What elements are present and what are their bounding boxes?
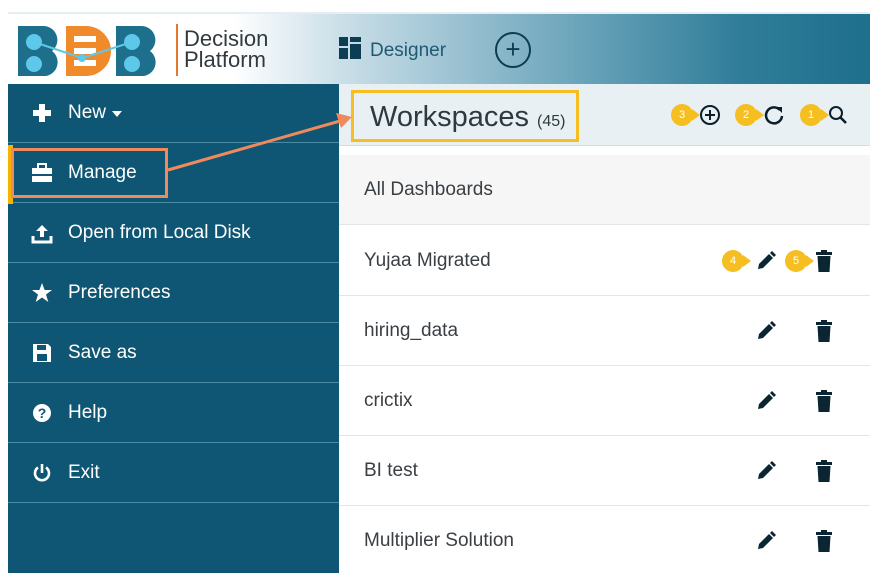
- delete-trash-icon[interactable]: [813, 529, 835, 553]
- callout-badge-1: 1: [800, 104, 829, 126]
- edit-pencil-icon[interactable]: [755, 459, 777, 483]
- menu-item-manage[interactable]: Manage: [8, 144, 339, 203]
- menu-item-save-as[interactable]: Save as: [8, 324, 339, 383]
- callout-badge-3: 3: [671, 104, 700, 126]
- svg-text:?: ?: [38, 405, 47, 421]
- search-icon[interactable]: [827, 104, 849, 126]
- edit-pencil-icon[interactable]: [755, 319, 777, 343]
- workspaces-count: (45): [537, 113, 566, 130]
- workspace-name: Multiplier Solution: [364, 529, 514, 551]
- menu-item-label: Open from Local Disk: [68, 222, 251, 243]
- briefcase-icon: [30, 162, 54, 184]
- workspace-row[interactable]: hiring_data: [339, 296, 870, 366]
- upload-icon: [30, 222, 54, 244]
- refresh-icon[interactable]: [763, 104, 785, 126]
- sidebar-menu: New Manage Open from Local Disk Preferen…: [8, 84, 339, 573]
- workspaces-title-highlight: Workspaces (45): [351, 90, 579, 142]
- menu-item-help[interactable]: ? Help: [8, 384, 339, 443]
- workspace-row[interactable]: BI test: [339, 436, 870, 506]
- delete-trash-icon[interactable]: [813, 459, 835, 483]
- logo-divider: [176, 24, 178, 76]
- active-indicator: [8, 145, 13, 204]
- workspaces-panel: Workspaces (45) 3 2 1 All Dashboards Yuj…: [339, 84, 870, 573]
- star-icon: [30, 282, 54, 304]
- delete-trash-icon[interactable]: [813, 249, 835, 273]
- brand-line2: Platform: [184, 47, 266, 72]
- bdb-logo[interactable]: [12, 20, 172, 82]
- menu-item-label: New: [68, 102, 107, 123]
- callout-badge-5: 5: [785, 250, 814, 272]
- menu-item-open-local[interactable]: Open from Local Disk: [8, 204, 339, 263]
- app-header: Decision Platform Designer +: [8, 12, 870, 84]
- edit-pencil-icon[interactable]: [755, 389, 777, 413]
- menu-item-label: Help: [68, 402, 108, 423]
- delete-trash-icon[interactable]: [813, 389, 835, 413]
- workspace-name: crictix: [364, 389, 413, 411]
- workspace-row[interactable]: Yujaa Migrated 4 5: [339, 226, 870, 296]
- designer-grid-icon: [338, 36, 362, 66]
- workspace-row[interactable]: Multiplier Solution: [339, 506, 870, 573]
- menu-item-label: Preferences: [68, 282, 171, 303]
- workspace-name: Yujaa Migrated: [364, 249, 491, 271]
- designer-label: Designer: [370, 40, 447, 61]
- power-icon: [30, 462, 54, 484]
- plus-icon: [30, 102, 54, 124]
- workspaces-title: Workspaces: [370, 101, 530, 133]
- menu-item-label: Save as: [68, 342, 137, 363]
- workspace-name: hiring_data: [364, 319, 459, 341]
- save-icon: [30, 342, 54, 364]
- menu-item-preferences[interactable]: Preferences: [8, 264, 339, 323]
- menu-item-exit[interactable]: Exit: [8, 444, 339, 503]
- menu-item-label: Manage: [68, 162, 137, 183]
- menu-item-label: Exit: [68, 462, 100, 483]
- caret-down-icon: [112, 102, 123, 124]
- designer-button[interactable]: Designer: [338, 36, 446, 66]
- add-workspace-icon[interactable]: [699, 104, 721, 126]
- menu-item-new[interactable]: New: [8, 84, 339, 143]
- workspace-row-all-dashboards[interactable]: All Dashboards: [339, 155, 870, 225]
- callout-badge-4: 4: [722, 250, 751, 272]
- workspaces-header: Workspaces (45) 3 2 1: [339, 84, 870, 146]
- callout-badge-2: 2: [735, 104, 764, 126]
- add-tab-button[interactable]: +: [495, 32, 531, 68]
- edit-pencil-icon[interactable]: [755, 249, 777, 273]
- workspace-name: All Dashboards: [364, 178, 493, 200]
- delete-trash-icon[interactable]: [813, 319, 835, 343]
- edit-pencil-icon[interactable]: [755, 529, 777, 553]
- bdb-logo-graphic: [18, 26, 156, 76]
- workspace-name: BI test: [364, 459, 418, 481]
- brand-name: Decision Platform: [184, 26, 269, 72]
- help-icon: ?: [30, 402, 54, 424]
- brand-line1: Decision: [184, 26, 269, 51]
- workspace-row[interactable]: crictix: [339, 366, 870, 436]
